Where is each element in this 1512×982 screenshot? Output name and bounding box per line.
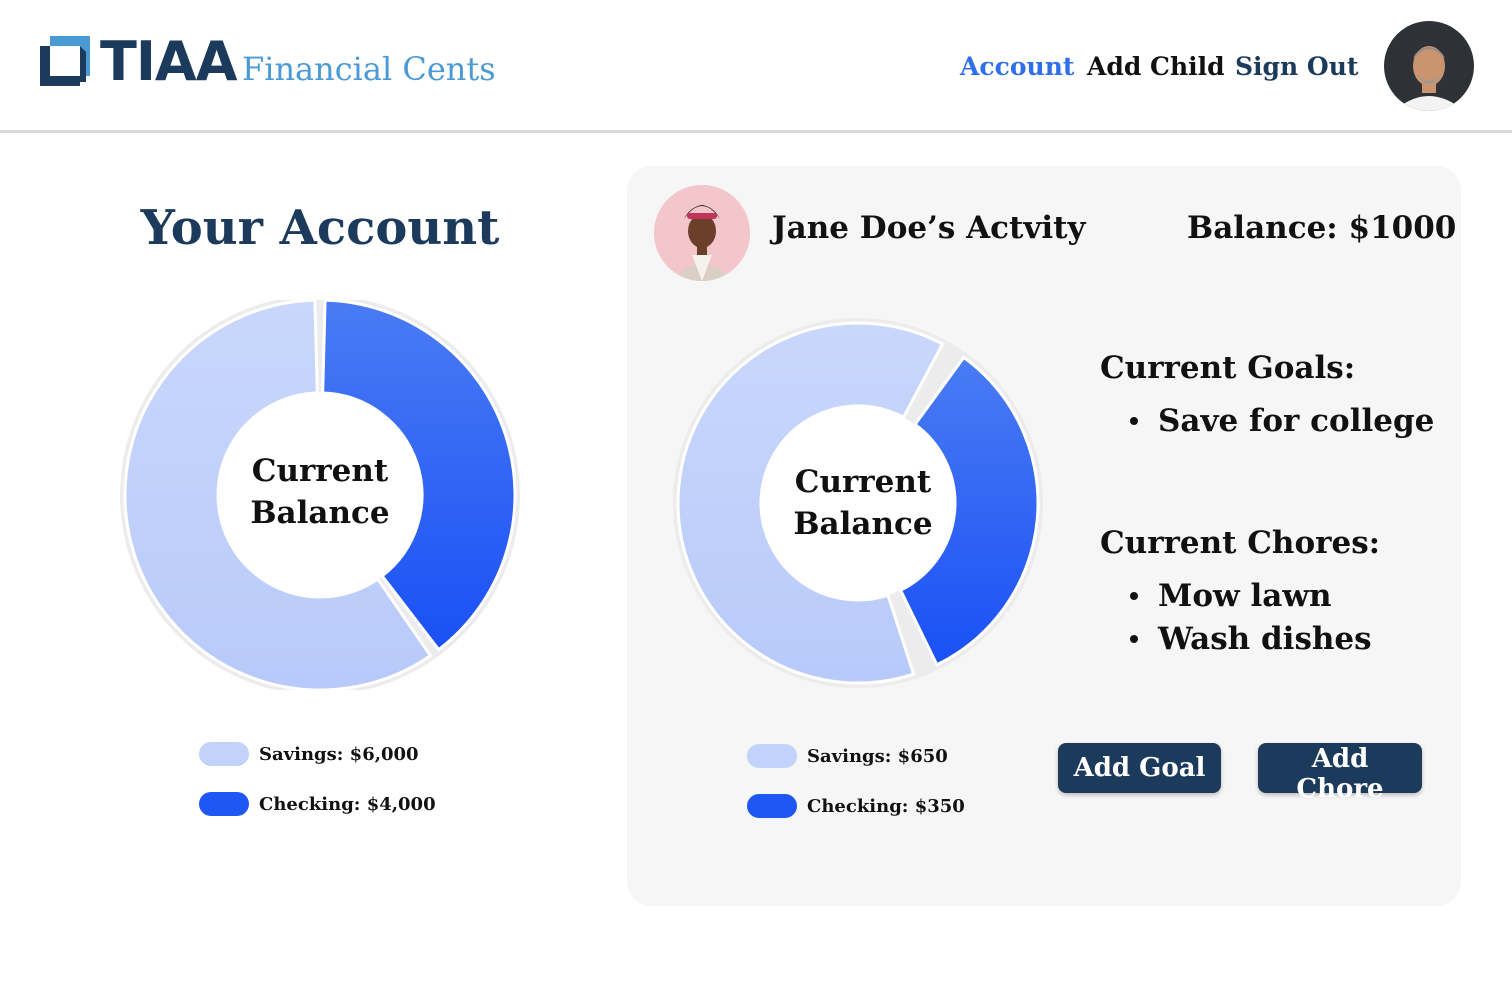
tiaa-logo-icon xyxy=(40,36,90,86)
legend-checking: Checking: $4,000 xyxy=(199,792,436,816)
legend-checking-label: Checking: $4,000 xyxy=(259,793,436,815)
bullet-icon xyxy=(1130,416,1138,425)
nav-account-link[interactable]: Account xyxy=(960,52,1074,81)
brand-name: TIAA xyxy=(100,30,238,93)
legend-savings: Savings: $6,000 xyxy=(199,742,419,766)
list-item: Mow lawn xyxy=(1130,574,1372,617)
current-chores-heading: Current Chores: xyxy=(1100,525,1381,561)
child-activity-title: Jane Doe’s Actvity xyxy=(772,210,1086,246)
add-chore-button[interactable]: Add Chore xyxy=(1258,743,1422,804)
add-goal-button[interactable]: Add Goal xyxy=(1058,743,1221,793)
child-legend-checking: Checking: $350 xyxy=(747,794,965,818)
child-legend-savings: Savings: $650 xyxy=(747,744,948,768)
checking-swatch xyxy=(199,792,249,816)
user-avatar[interactable] xyxy=(1384,21,1474,111)
list-item: Wash dishes xyxy=(1130,617,1372,660)
app-name: Financial Cents xyxy=(242,50,496,88)
child-center-label-line1: Current xyxy=(794,464,932,500)
child-balance: Balance: $1000 xyxy=(1187,210,1457,246)
child-avatar[interactable] xyxy=(654,185,750,281)
child-center-label: Current Balance xyxy=(763,461,963,545)
chore-item-label: Wash dishes xyxy=(1158,620,1372,657)
your-account-title: Your Account xyxy=(140,200,500,256)
child-portrait-icon xyxy=(654,185,750,281)
goals-list: Save for college xyxy=(1130,399,1434,442)
child-legend-checking-label: Checking: $350 xyxy=(807,795,965,817)
account-center-label-line1: Current xyxy=(251,453,389,489)
nav-add-child-link[interactable]: Add Child xyxy=(1087,52,1225,81)
list-item: Save for college xyxy=(1130,399,1434,442)
bullet-icon xyxy=(1130,634,1138,643)
legend-savings-label: Savings: $6,000 xyxy=(259,743,419,765)
chore-item-label: Mow lawn xyxy=(1158,577,1332,614)
chores-list: Mow lawn Wash dishes xyxy=(1130,574,1372,660)
nav-sign-out-link[interactable]: Sign Out xyxy=(1235,52,1358,81)
savings-swatch xyxy=(199,742,249,766)
current-goals-heading: Current Goals: xyxy=(1100,350,1356,386)
account-center-label-line2: Balance xyxy=(250,495,390,531)
savings-swatch xyxy=(747,744,797,768)
checking-swatch xyxy=(747,794,797,818)
child-legend-savings-label: Savings: $650 xyxy=(807,745,948,767)
user-portrait-icon xyxy=(1384,21,1474,111)
goal-item-label: Save for college xyxy=(1158,402,1435,439)
account-center-label: Current Balance xyxy=(220,450,420,534)
top-header: TIAA Financial Cents Account Add Child S… xyxy=(0,0,1512,133)
bullet-icon xyxy=(1130,591,1138,600)
child-center-label-line2: Balance xyxy=(793,506,933,542)
